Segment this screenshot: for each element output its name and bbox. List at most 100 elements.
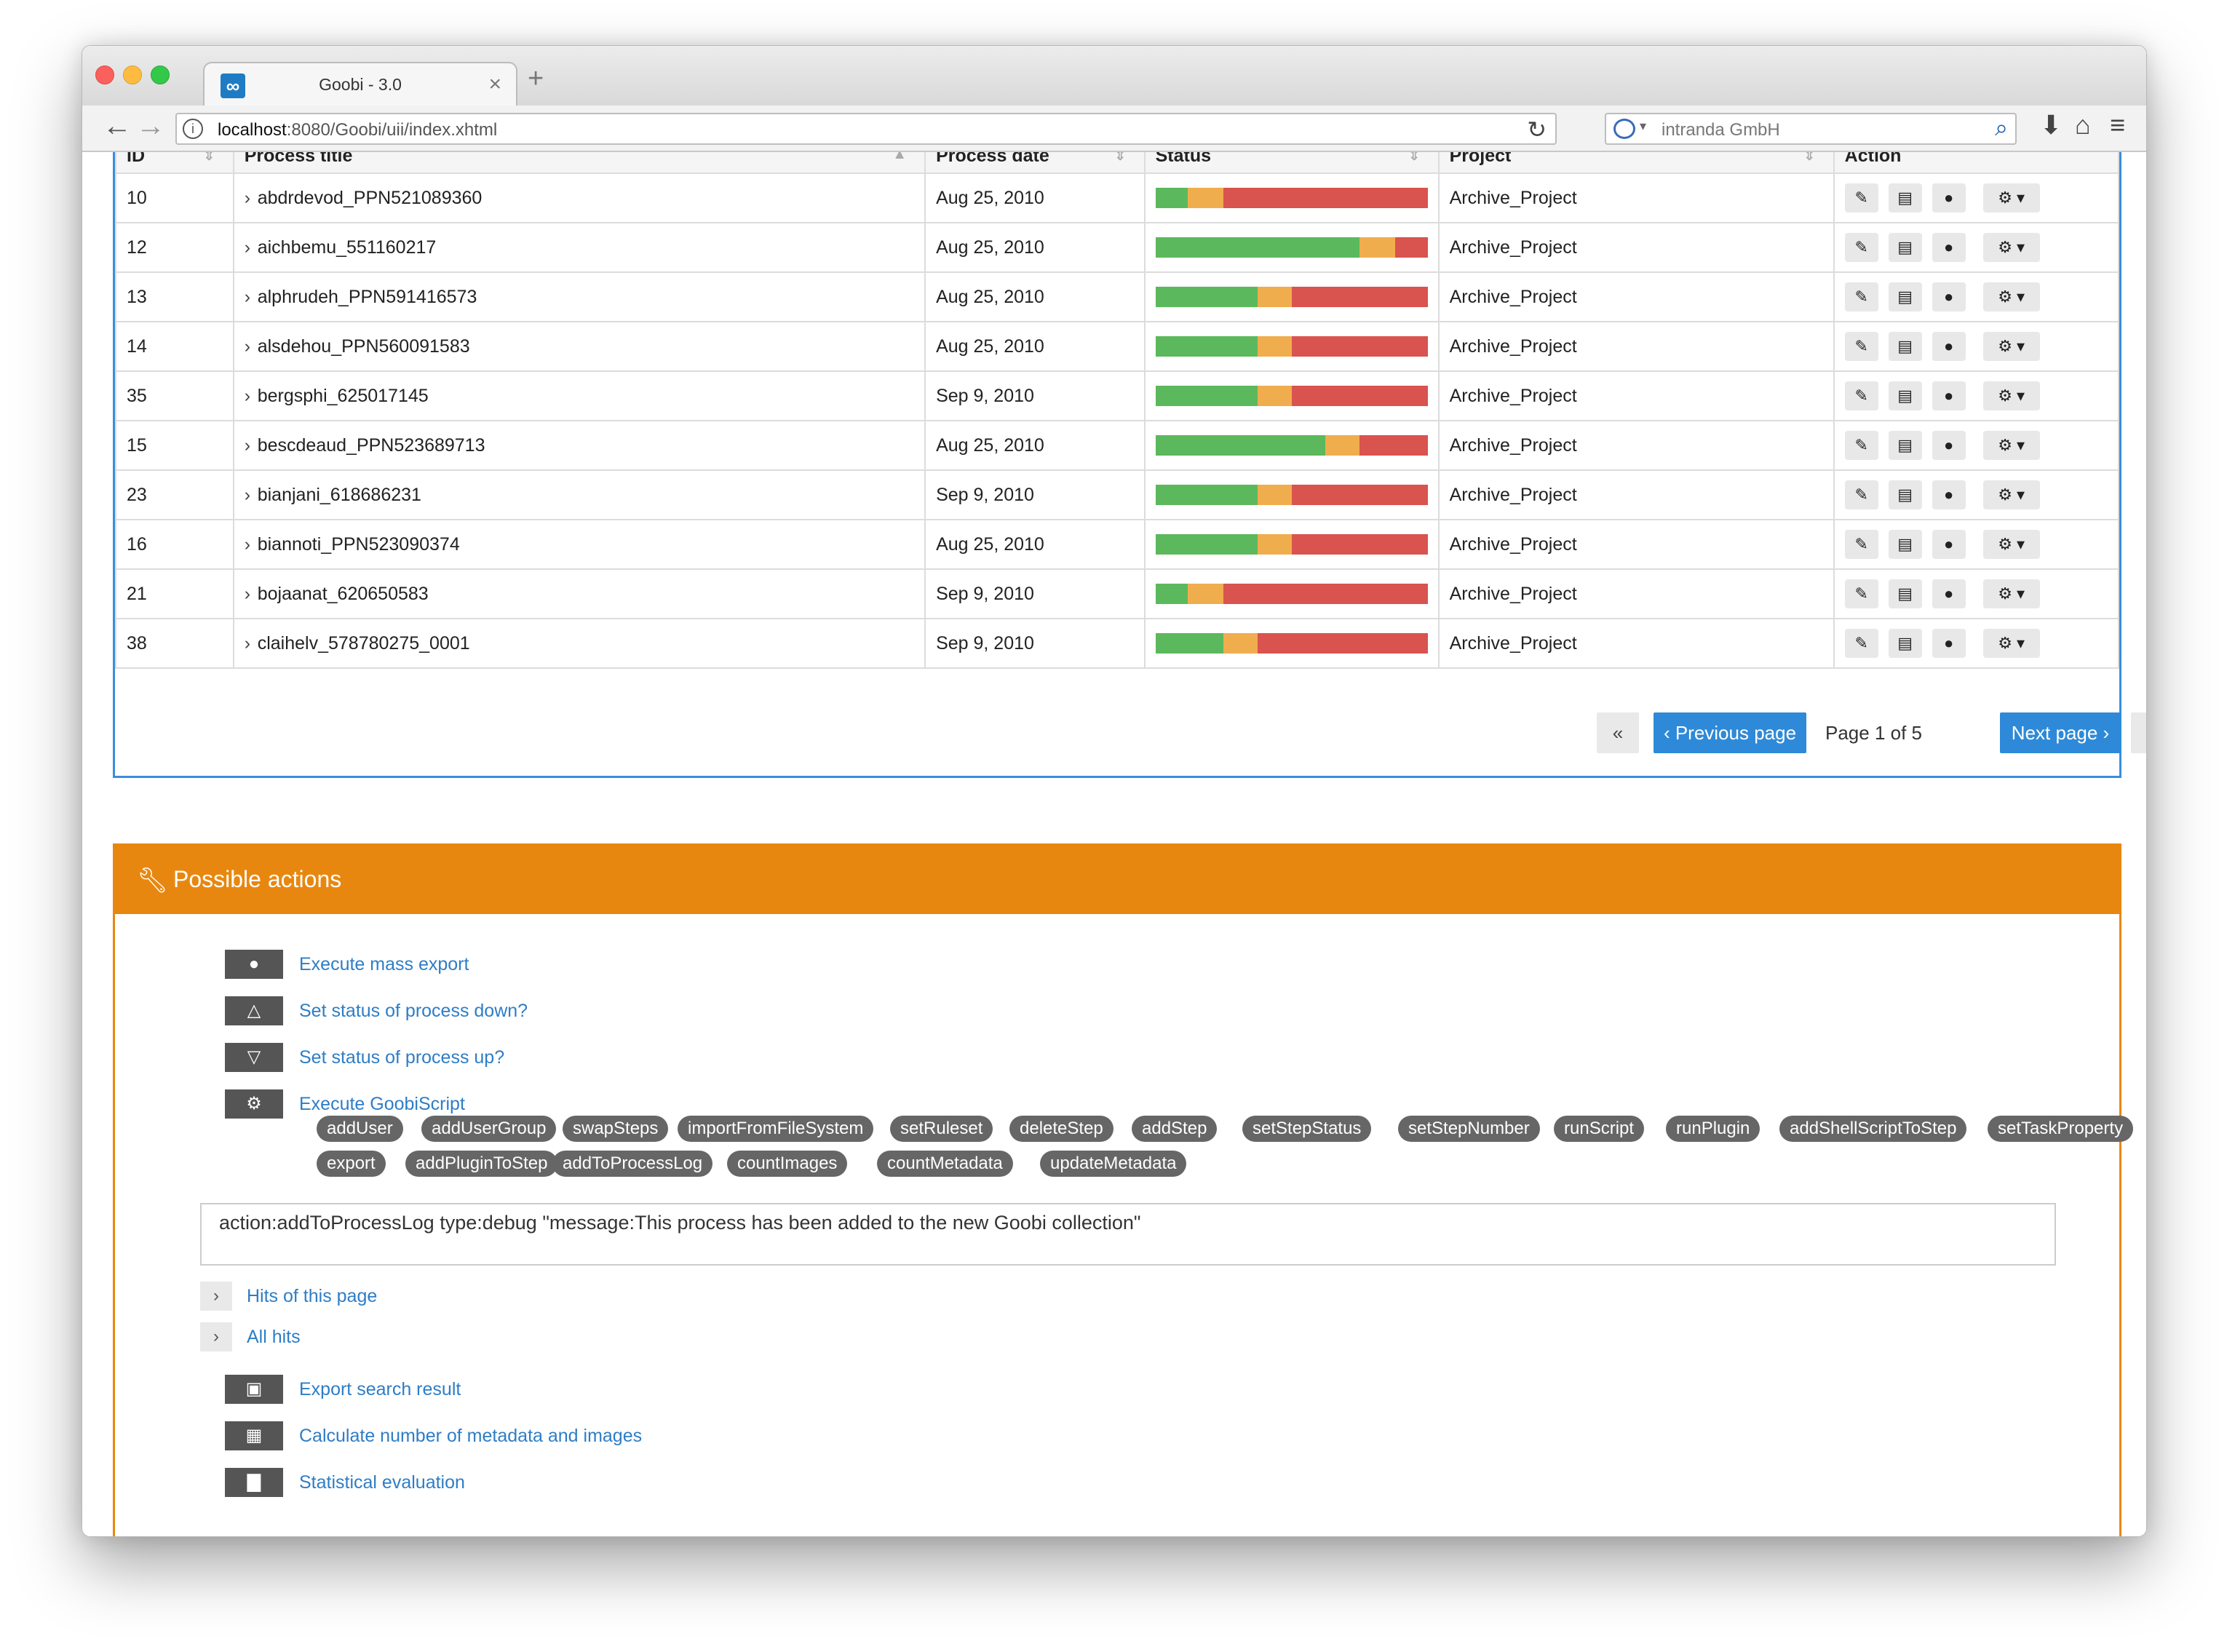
edit-pencil-icon[interactable]: ✎ [1844, 579, 1878, 608]
column-header-project[interactable]: Project ⇕ [1437, 152, 1835, 174]
sort-icon[interactable]: ⇕ [1114, 152, 1127, 164]
globe-icon[interactable]: ● [1932, 480, 1966, 509]
goobiscript-tag[interactable]: deleteStep [1009, 1116, 1114, 1142]
table-row[interactable]: 21 › bojaanat_620650583 Sep 9, 2010 Archive_… [115, 568, 2120, 619]
previous-page-button[interactable]: ‹ Previous page [1654, 712, 1806, 753]
goobiscript-tag[interactable]: addUserGroup [421, 1116, 557, 1142]
cell-title[interactable]: › bianjani_618686231 [232, 469, 926, 520]
book-icon[interactable]: ▤ [1888, 233, 1922, 262]
goobiscript-tag[interactable]: runScript [1554, 1116, 1645, 1142]
cell-title[interactable]: › bergsphi_625017145 [232, 370, 926, 421]
table-row[interactable]: 10 › abdrdevod_PPN521089360 Aug 25, 2010 Arc… [115, 172, 2120, 223]
edit-pencil-icon[interactable]: ✎ [1844, 332, 1878, 361]
table-row[interactable]: 16 › biannoti_PPN523090374 Aug 25, 2010 Arch… [115, 519, 2120, 570]
next-page-button[interactable]: Next page › [2000, 712, 2121, 753]
book-icon[interactable]: ▤ [1888, 183, 1922, 213]
globe-icon[interactable]: ● [1932, 431, 1966, 460]
address-bar[interactable]: i localhost:8080/Goobi/uii/index.xhtml ↻ [175, 113, 1557, 145]
goobiscript-tag[interactable]: addToProcessLog [552, 1151, 713, 1177]
sort-icon[interactable]: ⇕ [1803, 152, 1816, 164]
goobiscript-tag[interactable]: updateMetadata [1040, 1151, 1187, 1177]
cog-dropdown-icon[interactable]: ⚙ ▾ [1982, 480, 2040, 509]
goobiscript-input[interactable]: action:addToProcessLog type:debug "messa… [200, 1203, 2056, 1266]
chevron-right-icon[interactable]: › [245, 633, 258, 654]
last-page-button[interactable]: » [2131, 712, 2146, 753]
book-icon[interactable]: ▤ [1888, 282, 1922, 311]
chevron-right-icon[interactable]: › [245, 534, 258, 555]
globe-icon[interactable]: ● [1932, 183, 1966, 213]
book-icon[interactable]: ▤ [1888, 629, 1922, 658]
book-icon[interactable]: ▤ [1888, 579, 1922, 608]
edit-pencil-icon[interactable]: ✎ [1844, 629, 1878, 658]
chevron-down-icon[interactable]: ▾ [1640, 119, 1646, 134]
edit-pencil-icon[interactable]: ✎ [1844, 233, 1878, 262]
cog-dropdown-icon[interactable]: ⚙ ▾ [1982, 431, 2040, 460]
column-header-id[interactable]: ID ⇕ [115, 152, 234, 174]
new-tab-icon[interactable]: + [528, 63, 544, 95]
table-row[interactable]: 13 › alphrudeh_PPN591416573 Aug 25, 2010 Arc… [115, 271, 2120, 322]
cell-title[interactable]: › bescdeaud_PPN523689713 [232, 420, 926, 471]
goobiscript-tag[interactable]: runPlugin [1666, 1116, 1760, 1142]
book-icon[interactable]: ▤ [1888, 480, 1922, 509]
info-icon[interactable]: i [183, 119, 203, 139]
first-page-button[interactable]: « [1597, 712, 1639, 753]
search-icon[interactable]: ⌕ [1995, 114, 2008, 142]
zoom-window-button[interactable] [151, 65, 170, 84]
reload-icon[interactable]: ↻ [1527, 116, 1547, 143]
goobiscript-tag[interactable]: countImages [727, 1151, 848, 1177]
cell-title[interactable]: › alphrudeh_PPN591416573 [232, 271, 926, 322]
chevron-right-icon[interactable]: › [245, 336, 258, 357]
tab-close-icon[interactable]: × [488, 72, 501, 97]
globe-icon[interactable]: ● [1932, 332, 1966, 361]
cog-dropdown-icon[interactable]: ⚙ ▾ [1982, 579, 2040, 608]
book-icon[interactable]: ▤ [1888, 381, 1922, 410]
cog-dropdown-icon[interactable]: ⚙ ▾ [1982, 282, 2040, 311]
table-row[interactable]: 38 › claihelv_578780275_0001 Sep 9, 2010 Arc… [115, 618, 2120, 669]
globe-icon[interactable]: ● [1932, 579, 1966, 608]
goobiscript-tag[interactable]: addShellScriptToStep [1779, 1116, 1967, 1142]
column-header-title[interactable]: Process title ▲ [232, 152, 926, 174]
goobiscript-tag[interactable]: swapSteps [563, 1116, 669, 1142]
download-icon[interactable]: ⬇ [2040, 110, 2062, 140]
minimize-window-button[interactable] [123, 65, 142, 84]
book-icon[interactable]: ▤ [1888, 530, 1922, 559]
sort-ascending-icon[interactable]: ▲ [892, 152, 907, 163]
sort-icon[interactable]: ⇕ [1408, 152, 1421, 164]
cog-dropdown-icon[interactable]: ⚙ ▾ [1982, 381, 2040, 410]
book-icon[interactable]: ▤ [1888, 431, 1922, 460]
chevron-right-icon[interactable]: › [245, 287, 258, 308]
goobiscript-tag[interactable]: setTaskProperty [1988, 1116, 2134, 1142]
edit-pencil-icon[interactable]: ✎ [1844, 530, 1878, 559]
chevron-right-icon[interactable]: › [245, 237, 258, 258]
edit-pencil-icon[interactable]: ✎ [1844, 381, 1878, 410]
forward-arrow-icon[interactable]: → [136, 110, 165, 143]
column-header-status[interactable]: Status ⇕ [1143, 152, 1440, 174]
chevron-right-icon[interactable]: › [245, 386, 258, 407]
edit-pencil-icon[interactable]: ✎ [1844, 480, 1878, 509]
table-row[interactable]: 12 › aichbemu_551160217 Aug 25, 2010 Archive… [115, 222, 2120, 273]
search-bar[interactable]: ▾ intranda GmbH ⌕ [1605, 113, 2017, 145]
goobiscript-tag[interactable]: setRuleset [890, 1116, 993, 1142]
edit-pencil-icon[interactable]: ✎ [1844, 282, 1878, 311]
goobiscript-tag[interactable]: addPluginToStep [405, 1151, 558, 1177]
globe-icon[interactable]: ● [1932, 530, 1966, 559]
goobiscript-tag[interactable]: countMetadata [877, 1151, 1013, 1177]
cog-dropdown-icon[interactable]: ⚙ ▾ [1982, 530, 2040, 559]
sort-icon[interactable]: ⇕ [203, 152, 215, 164]
browser-tab[interactable]: ∞ Goobi - 3.0 × [203, 62, 517, 107]
chevron-right-icon[interactable]: › [245, 188, 258, 209]
cell-title[interactable]: › alsdehou_PPN560091583 [232, 321, 926, 372]
goobiscript-tag[interactable]: export [317, 1151, 386, 1177]
cog-dropdown-icon[interactable]: ⚙ ▾ [1982, 629, 2040, 658]
cell-title[interactable]: › abdrdevod_PPN521089360 [232, 172, 926, 223]
search-engine-icon[interactable] [1613, 119, 1635, 139]
table-row[interactable]: 15 › bescdeaud_PPN523689713 Aug 25, 2010 Arc… [115, 420, 2120, 471]
edit-pencil-icon[interactable]: ✎ [1844, 431, 1878, 460]
globe-icon[interactable]: ● [1932, 282, 1966, 311]
cog-dropdown-icon[interactable]: ⚙ ▾ [1982, 332, 2040, 361]
cog-dropdown-icon[interactable]: ⚙ ▾ [1982, 233, 2040, 262]
menu-icon[interactable]: ≡ [2110, 110, 2125, 140]
globe-icon[interactable]: ● [1932, 233, 1966, 262]
close-window-button[interactable] [95, 65, 114, 84]
goobiscript-tag[interactable]: addUser [317, 1116, 403, 1142]
